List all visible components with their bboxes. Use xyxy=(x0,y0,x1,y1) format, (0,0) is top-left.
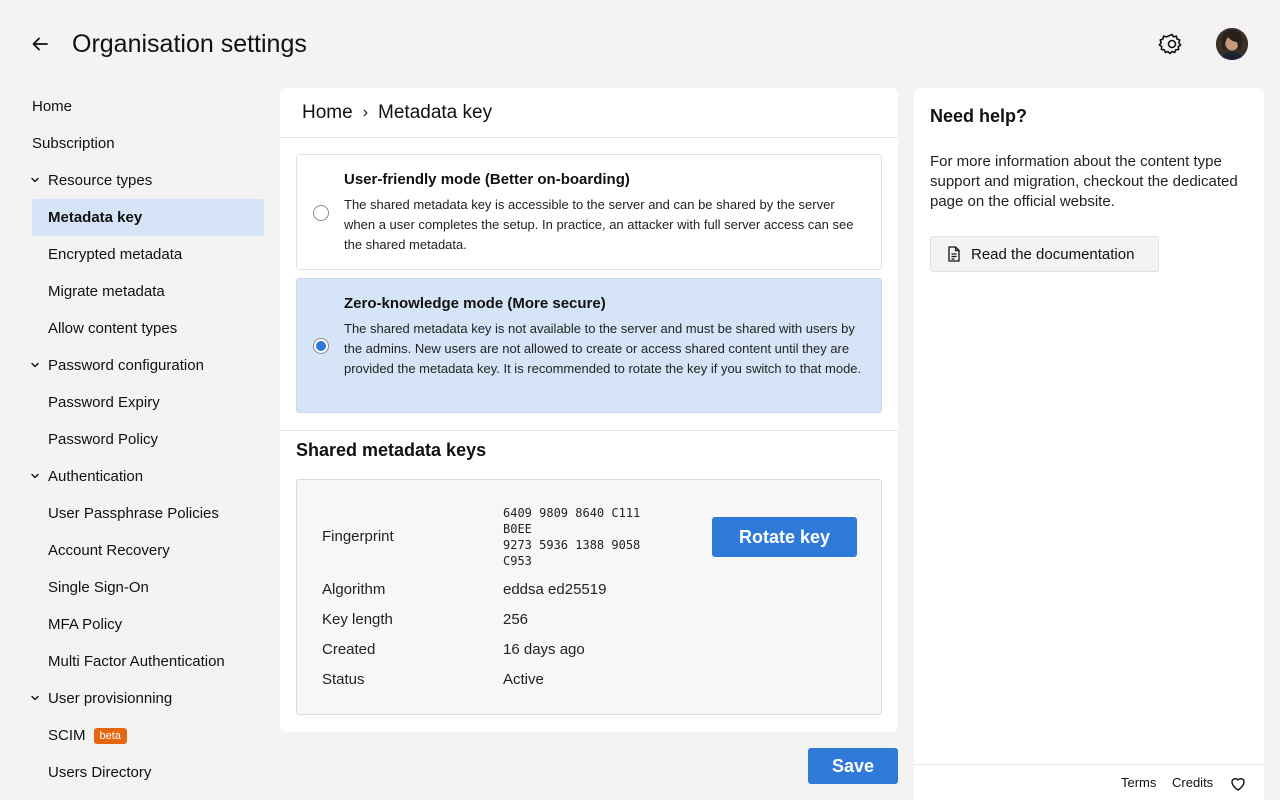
credits-link[interactable]: Credits xyxy=(1172,775,1213,790)
created-value: 16 days ago xyxy=(503,641,585,658)
sidebar-item-account-recovery[interactable]: Account Recovery xyxy=(16,532,280,569)
terms-link[interactable]: Terms xyxy=(1121,775,1156,790)
fingerprint-line: C953 xyxy=(503,554,532,568)
mode-description: The shared metadata key is not available… xyxy=(344,321,862,376)
sidebar-item-single-sign-on[interactable]: Single Sign-On xyxy=(16,569,280,606)
shared-keys-title: Shared metadata keys xyxy=(296,440,487,460)
chevron-down-icon xyxy=(31,362,39,368)
help-title: Need help? xyxy=(930,106,1028,126)
shared-key-details: Fingerprint 6409 9809 8640 C111 B0EE 927… xyxy=(296,479,882,715)
breadcrumb-separator: › xyxy=(362,103,369,121)
read-documentation-button[interactable]: Read the documentation xyxy=(930,236,1159,272)
page-title: Organisation settings xyxy=(72,30,307,58)
sidebar-item-allow-content-types[interactable]: Allow content types xyxy=(16,310,280,347)
section-divider xyxy=(280,430,898,431)
mode-title: User-friendly mode (Better on-boarding) xyxy=(344,171,630,188)
breadcrumb: Home › Metadata key xyxy=(280,88,898,138)
main-panel: Home › Metadata key User-friendly mode (… xyxy=(280,88,898,732)
status-label: Status xyxy=(322,671,365,688)
sidebar-item-metadata-key[interactable]: Metadata key xyxy=(32,199,264,236)
sidebar-item-scim[interactable]: SCIM beta xyxy=(16,717,280,754)
help-text: For more information about the content t… xyxy=(930,153,1238,210)
key-length-label: Key length xyxy=(322,611,393,628)
sidebar-item-migrate-metadata[interactable]: Migrate metadata xyxy=(16,273,280,310)
fingerprint-value: 6409 9809 8640 C111 B0EE 9273 5936 1388 … xyxy=(503,505,663,569)
sidebar-item-password-expiry[interactable]: Password Expiry xyxy=(16,384,280,421)
fingerprint-line: 6409 9809 8640 C111 xyxy=(503,506,641,520)
key-length-value: 256 xyxy=(503,611,529,628)
algorithm-value: eddsa ed25519 xyxy=(503,581,607,598)
sidebar-item-password-policy[interactable]: Password Policy xyxy=(16,421,280,458)
breadcrumb-current: Metadata key xyxy=(378,101,493,123)
help-panel: Need help? For more information about th… xyxy=(914,88,1264,800)
gear-icon xyxy=(1158,33,1182,55)
save-button[interactable]: Save xyxy=(808,748,898,784)
doc-button-label: Read the documentation xyxy=(971,245,1135,263)
sidebar-item-home[interactable]: Home xyxy=(16,88,280,125)
sidebar-group-label: Authentication xyxy=(48,468,144,485)
sidebar-group-label: User provisionning xyxy=(48,690,173,707)
radio-zero-knowledge[interactable] xyxy=(313,338,329,354)
sidebar-group-label: Password configuration xyxy=(48,357,204,374)
help-footer: Terms Credits xyxy=(914,764,1264,800)
chevron-down-icon xyxy=(31,177,39,183)
sidebar-group-password-configuration[interactable]: Password configuration xyxy=(16,347,280,384)
mode-title: Zero-knowledge mode (More secure) xyxy=(344,295,606,312)
heart-icon[interactable] xyxy=(1230,776,1246,792)
chevron-down-icon xyxy=(31,473,39,479)
sidebar-item-mfa-policy[interactable]: MFA Policy xyxy=(16,606,280,643)
chevron-down-icon xyxy=(31,695,39,701)
algorithm-label: Algorithm xyxy=(322,581,386,598)
sidebar-item-user-passphrase-policies[interactable]: User Passphrase Policies xyxy=(16,495,280,532)
sidebar-group-user-provisionning[interactable]: User provisionning xyxy=(16,680,280,717)
mode-option-zero-knowledge[interactable]: Zero-knowledge mode (More secure) The sh… xyxy=(296,278,882,413)
rotate-key-button[interactable]: Rotate key xyxy=(712,517,857,557)
sidebar-group-resource-types[interactable]: Resource types xyxy=(16,162,280,199)
sidebar-item-subscription[interactable]: Subscription xyxy=(16,125,280,162)
created-label: Created xyxy=(322,641,376,658)
status-value: Active xyxy=(503,671,544,688)
user-avatar[interactable] xyxy=(1216,28,1248,60)
sidebar-item-users-directory[interactable]: Users Directory xyxy=(16,754,280,791)
document-icon xyxy=(948,246,960,262)
avatar-photo-icon xyxy=(1216,28,1248,60)
radio-user-friendly[interactable] xyxy=(313,205,329,221)
back-button[interactable] xyxy=(28,32,52,56)
sidebar-item-encrypted-metadata[interactable]: Encrypted metadata xyxy=(16,236,280,273)
settings-button[interactable] xyxy=(1158,30,1186,58)
breadcrumb-home-link[interactable]: Home xyxy=(302,102,353,124)
beta-badge: beta xyxy=(93,727,127,744)
sidebar-item-label: SCIM xyxy=(48,727,86,744)
arrow-left-icon xyxy=(32,37,48,51)
sidebar-item-multi-factor-authentication[interactable]: Multi Factor Authentication xyxy=(16,643,280,680)
fingerprint-label: Fingerprint xyxy=(322,528,394,545)
page-header: Organisation settings xyxy=(0,0,1280,88)
fingerprint-line: 9273 5936 1388 9058 xyxy=(503,538,641,552)
mode-option-user-friendly[interactable]: User-friendly mode (Better on-boarding) … xyxy=(296,154,882,270)
sidebar-group-label: Resource types xyxy=(48,172,153,189)
fingerprint-line: B0EE xyxy=(503,522,532,536)
sidebar-group-authentication[interactable]: Authentication xyxy=(16,458,280,495)
sidebar-nav: Home Subscription Resource types Metadat… xyxy=(16,88,280,791)
mode-description: The shared metadata key is accessible to… xyxy=(344,197,854,252)
